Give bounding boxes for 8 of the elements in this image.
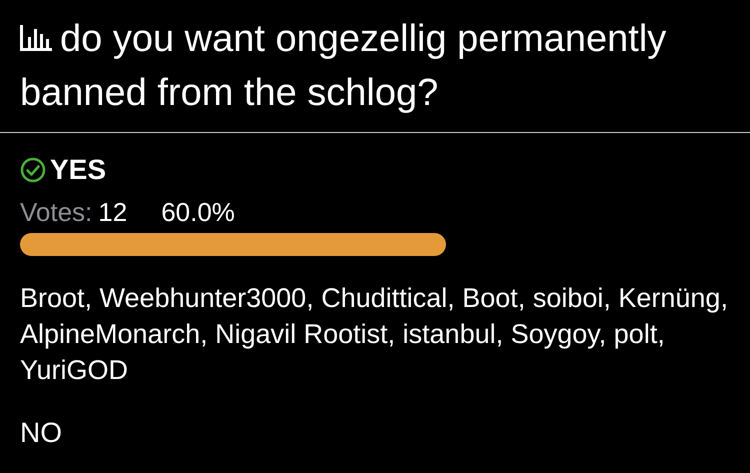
votes-count: 12: [98, 197, 128, 227]
poll-question: do you want ongezellig permanently banned from the schlog?: [20, 17, 668, 116]
option-label: YES: [50, 153, 106, 187]
poll-chart-icon: [20, 25, 52, 51]
votes-label: Votes:: [20, 197, 92, 227]
vote-percent: 60.0%: [161, 197, 235, 227]
option-label: NO: [20, 416, 62, 450]
voters-list: Broot, Weebhunter3000, Chudittical, Boot, soiboi, Kernüng, AlpineMonarch, Nigavil Rootist, istanbul, Soygoy, polt, YuriGOD: [20, 280, 730, 388]
